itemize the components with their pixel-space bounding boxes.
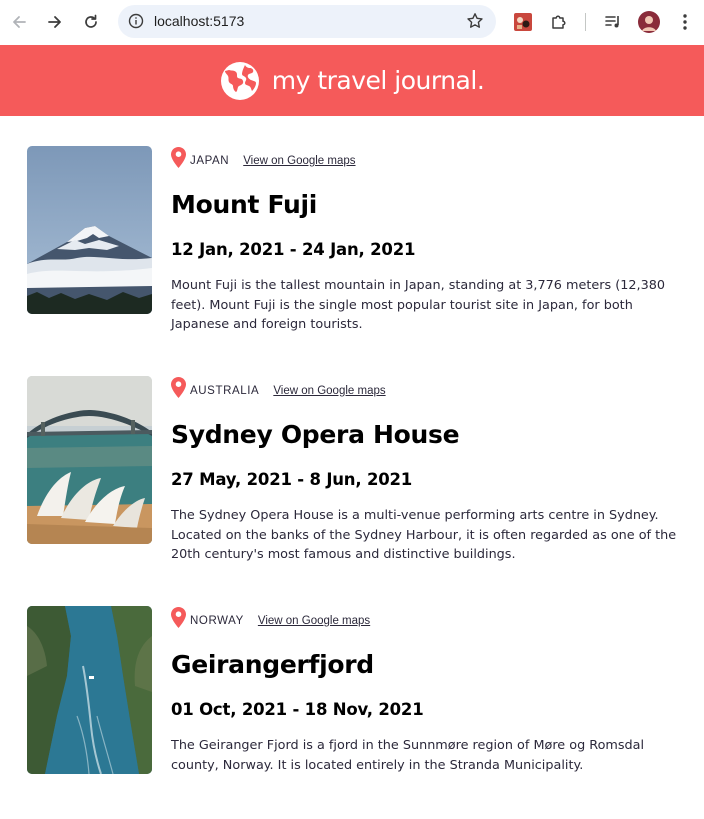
toolbar-separator: [585, 13, 586, 31]
globe-icon: [220, 61, 259, 100]
journal-entry: NORWAY View on Google maps Geirangerfjor…: [0, 606, 704, 806]
entry-location: AUSTRALIA View on Google maps: [171, 376, 386, 398]
extensions-puzzle-icon[interactable]: [547, 10, 571, 34]
google-maps-link[interactable]: View on Google maps: [243, 155, 355, 167]
profile-avatar[interactable]: [637, 10, 661, 34]
google-maps-link[interactable]: View on Google maps: [273, 385, 385, 397]
forward-arrow-icon: [48, 16, 61, 28]
entry-description: Mount Fuji is the tallest mountain in Ja…: [171, 278, 665, 332]
entry-location: JAPAN View on Google maps: [171, 146, 356, 168]
media-control-icon[interactable]: [601, 10, 625, 34]
reload-button[interactable]: [78, 9, 104, 35]
entry-dates: 27 May, 2021 - 8 Jun, 2021: [171, 470, 413, 489]
entry-photo: [27, 376, 152, 544]
entry-dates: 01 Oct, 2021 - 18 Nov, 2021: [171, 700, 424, 719]
url-text[interactable]: localhost:5173: [154, 13, 244, 29]
entry-description: The Geiranger Fjord is a fjord in the Su…: [171, 738, 645, 773]
browser-menu-icon[interactable]: [673, 10, 697, 34]
reload-icon: [85, 14, 97, 28]
site-info-icon[interactable]: [128, 13, 144, 29]
forward-button[interactable]: [42, 9, 68, 35]
location-pin-icon: [171, 607, 186, 628]
extension-avatar-icon[interactable]: [511, 10, 535, 34]
entry-location: NORWAY View on Google maps: [171, 606, 370, 628]
entry-country: JAPAN: [190, 155, 230, 167]
app-header: my travel journal.: [0, 45, 704, 116]
location-pin-icon: [171, 377, 186, 398]
browser-toolbar: localhost:5173: [0, 0, 704, 45]
journal-entry: AUSTRALIA View on Google maps Sydney Ope…: [0, 376, 704, 576]
app-title: my travel journal.: [271, 66, 485, 95]
back-button[interactable]: [6, 9, 32, 35]
journal-entry: JAPAN View on Google maps Mount Fuji 12 …: [0, 146, 704, 346]
google-maps-link[interactable]: View on Google maps: [258, 615, 370, 627]
entry-description: The Sydney Opera House is a multi-venue …: [171, 508, 677, 562]
entry-country: NORWAY: [190, 615, 244, 627]
bookmark-star-icon[interactable]: [466, 12, 484, 30]
back-arrow-icon: [13, 16, 26, 28]
location-pin-icon: [171, 147, 186, 168]
entry-title: Mount Fuji: [171, 190, 318, 219]
entry-photo: [27, 606, 152, 774]
entry-country: AUSTRALIA: [190, 385, 260, 397]
entry-title: Geirangerfjord: [171, 650, 374, 679]
entry-dates: 12 Jan, 2021 - 24 Jan, 2021: [171, 240, 416, 259]
address-bar[interactable]: localhost:5173: [118, 5, 496, 38]
entry-title: Sydney Opera House: [171, 420, 460, 449]
entry-photo: [27, 146, 152, 314]
